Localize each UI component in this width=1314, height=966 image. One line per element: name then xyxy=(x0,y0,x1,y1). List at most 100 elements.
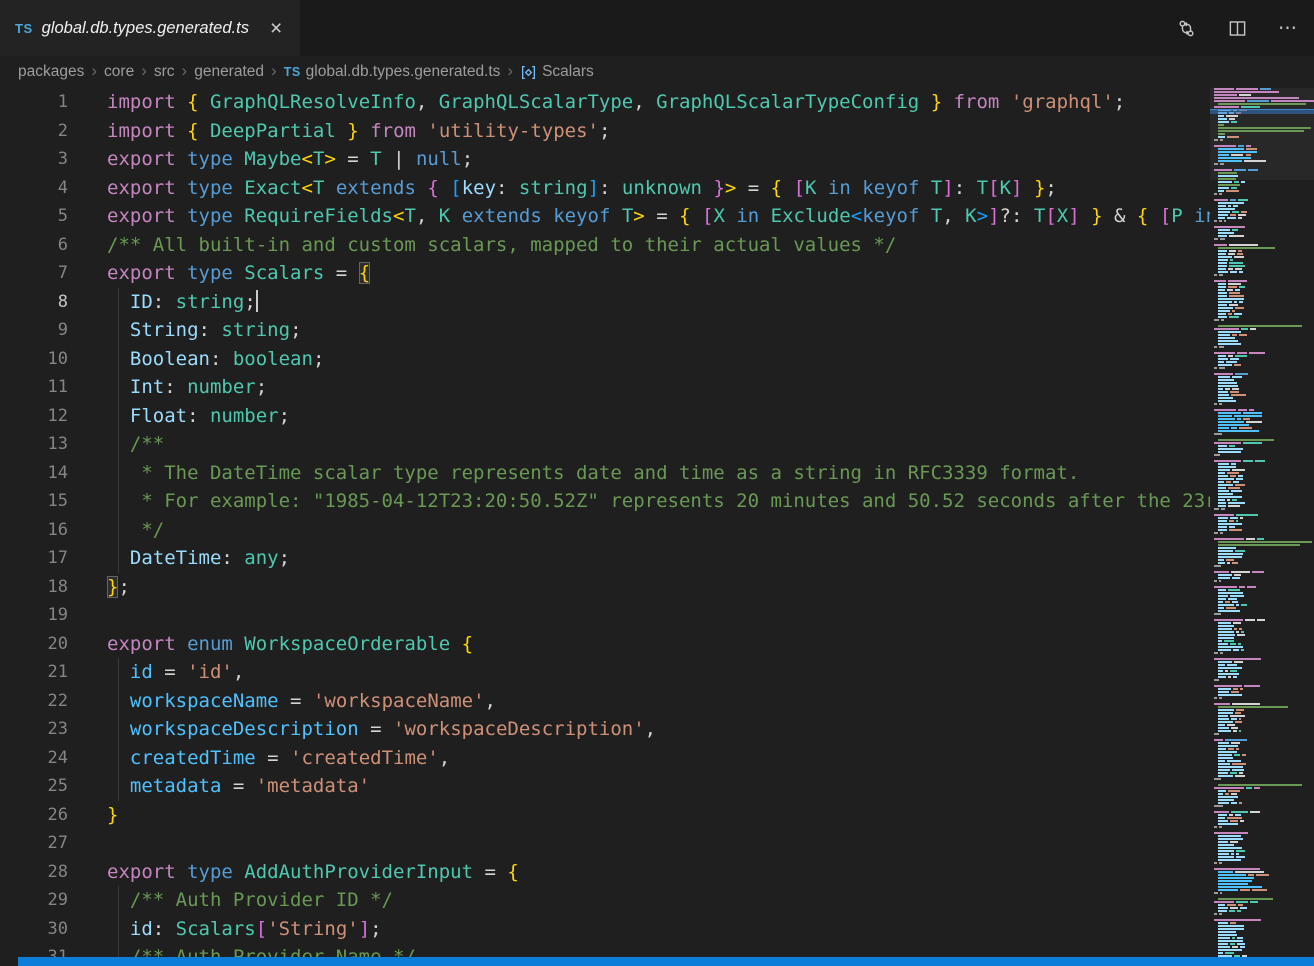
code-line[interactable]: 22 workspaceName = 'workspaceName', xyxy=(0,687,1210,716)
code-text: * For example: "1985-04-12T23:20:50.52Z"… xyxy=(107,487,1210,516)
indent-guide xyxy=(118,459,119,488)
indent-guide xyxy=(118,345,119,374)
breadcrumb-item-src[interactable]: src xyxy=(154,63,175,81)
breadcrumb-item-generated[interactable]: generated xyxy=(194,63,264,81)
indent-guide xyxy=(118,772,119,801)
code-line[interactable]: 28 export type AddAuthProviderInput = { xyxy=(0,858,1210,887)
line-number[interactable]: 23 xyxy=(0,715,68,744)
more-actions-icon[interactable]: ⋯ xyxy=(1276,16,1300,40)
code-line[interactable]: 9 String: string; xyxy=(0,316,1210,345)
breadcrumb-label: packages xyxy=(18,63,84,81)
code-editor[interactable]: 1import { GraphQLResolveInfo, GraphQLSca… xyxy=(0,88,1210,966)
code-line[interactable]: 20 export enum WorkspaceOrderable { xyxy=(0,630,1210,659)
line-number[interactable]: 2 xyxy=(0,117,68,146)
breadcrumb-item-core[interactable]: core xyxy=(104,63,134,81)
line-number[interactable]: 4 xyxy=(0,174,68,203)
breadcrumb-item-scalars[interactable]: Scalars xyxy=(520,63,594,81)
line-number[interactable]: 19 xyxy=(0,601,68,630)
minimap-canvas xyxy=(1210,88,1314,958)
code-line[interactable]: 5export type RequireFields<T, K extends … xyxy=(0,202,1210,231)
code-line[interactable]: 29 /** Auth Provider ID */ xyxy=(0,886,1210,915)
indent-guide xyxy=(118,316,119,345)
line-number[interactable]: 20 xyxy=(0,630,68,659)
line-number[interactable]: 22 xyxy=(0,687,68,716)
line-number[interactable]: 1 xyxy=(0,88,68,117)
line-number[interactable]: 10 xyxy=(0,345,68,374)
line-number[interactable]: 17 xyxy=(0,544,68,573)
code-line[interactable]: 3export type Maybe<T> = T | null; xyxy=(0,145,1210,174)
line-number[interactable]: 18 xyxy=(0,573,68,602)
code-line[interactable]: 17 DateTime: any; xyxy=(0,544,1210,573)
line-number[interactable]: 26 xyxy=(0,801,68,830)
line-number[interactable]: 15 xyxy=(0,487,68,516)
indent-guide xyxy=(118,373,119,402)
code-line[interactable]: 13 /** xyxy=(0,430,1210,459)
close-tab-icon[interactable]: × xyxy=(266,17,286,40)
editor-actions: ⋯ xyxy=(1174,0,1300,56)
code-line[interactable]: 4export type Exact<T extends { [key: str… xyxy=(0,174,1210,203)
code-line[interactable]: 8 ID: string; xyxy=(0,288,1210,317)
code-line[interactable]: 25 metadata = 'metadata' xyxy=(0,772,1210,801)
code-line[interactable]: 18}; xyxy=(0,573,1210,602)
code-text: export type AddAuthProviderInput = { xyxy=(107,858,519,887)
line-number[interactable]: 29 xyxy=(0,886,68,915)
line-number[interactable]: 24 xyxy=(0,744,68,773)
tab-bar: TS global.db.types.generated.ts × ⋯ xyxy=(0,0,1314,56)
open-changes-icon[interactable] xyxy=(1174,16,1198,40)
code-text: DateTime: any; xyxy=(107,544,290,573)
code-line[interactable]: 10 Boolean: boolean; xyxy=(0,345,1210,374)
line-number[interactable]: 30 xyxy=(0,915,68,944)
line-number[interactable]: 7 xyxy=(0,259,68,288)
breadcrumb-label: Scalars xyxy=(542,63,594,81)
line-number[interactable]: 16 xyxy=(0,516,68,545)
line-number[interactable]: 12 xyxy=(0,402,68,431)
code-line[interactable]: 7export type Scalars = { xyxy=(0,259,1210,288)
code-line[interactable]: 19 xyxy=(0,601,1210,630)
line-number[interactable]: 14 xyxy=(0,459,68,488)
text-cursor xyxy=(256,290,258,312)
code-line[interactable]: 21 id = 'id', xyxy=(0,658,1210,687)
code-line[interactable]: 1import { GraphQLResolveInfo, GraphQLSca… xyxy=(0,88,1210,117)
line-number[interactable]: 6 xyxy=(0,231,68,260)
code-text: import { DeepPartial } from 'utility-typ… xyxy=(107,117,610,146)
code-line[interactable]: 14 * The DateTime scalar type represents… xyxy=(0,459,1210,488)
indent-guide xyxy=(118,886,119,915)
code-text: metadata = 'metadata' xyxy=(107,772,370,801)
line-number[interactable]: 5 xyxy=(0,202,68,231)
typescript-file-icon: TS xyxy=(284,65,301,79)
line-number[interactable]: 13 xyxy=(0,430,68,459)
line-number[interactable]: 21 xyxy=(0,658,68,687)
indent-guide xyxy=(118,430,119,459)
chevron-right-icon: › xyxy=(506,61,514,81)
breadcrumb-item-global-db-types-generated-ts[interactable]: TSglobal.db.types.generated.ts xyxy=(284,63,501,81)
code-lines: 1import { GraphQLResolveInfo, GraphQLSca… xyxy=(0,88,1210,966)
line-number[interactable]: 9 xyxy=(0,316,68,345)
code-line[interactable]: 30 id: Scalars['String']; xyxy=(0,915,1210,944)
line-number[interactable]: 28 xyxy=(0,858,68,887)
line-number[interactable]: 27 xyxy=(0,829,68,858)
line-number[interactable]: 8 xyxy=(0,288,68,317)
minimap[interactable] xyxy=(1210,88,1314,958)
split-editor-icon[interactable] xyxy=(1225,16,1249,40)
code-line[interactable]: 2 import { DeepPartial } from 'utility-ty… xyxy=(0,117,1210,146)
code-line[interactable]: 16 */ xyxy=(0,516,1210,545)
code-line[interactable]: 24 createdTime = 'createdTime', xyxy=(0,744,1210,773)
code-line[interactable]: 12 Float: number; xyxy=(0,402,1210,431)
indent-guide xyxy=(118,658,119,687)
status-bar[interactable] xyxy=(18,957,1314,966)
code-line[interactable]: 6/** All built-in and custom scalars, ma… xyxy=(0,231,1210,260)
code-text: Int: number; xyxy=(107,373,267,402)
breadcrumb-item-packages[interactable]: packages xyxy=(18,63,84,81)
code-line[interactable]: 23 workspaceDescription = 'workspaceDesc… xyxy=(0,715,1210,744)
code-line[interactable]: 11 Int: number; xyxy=(0,373,1210,402)
line-number[interactable]: 3 xyxy=(0,145,68,174)
line-number[interactable]: 25 xyxy=(0,772,68,801)
indent-guide xyxy=(118,288,119,317)
code-line[interactable]: 27 xyxy=(0,829,1210,858)
code-line[interactable]: 26} xyxy=(0,801,1210,830)
tab-global-db-types[interactable]: TS global.db.types.generated.ts × xyxy=(0,0,300,56)
typescript-file-icon: TS xyxy=(15,21,33,36)
code-line[interactable]: 15 * For example: "1985-04-12T23:20:50.5… xyxy=(0,487,1210,516)
line-number[interactable]: 11 xyxy=(0,373,68,402)
code-text: export enum WorkspaceOrderable { xyxy=(107,630,473,659)
